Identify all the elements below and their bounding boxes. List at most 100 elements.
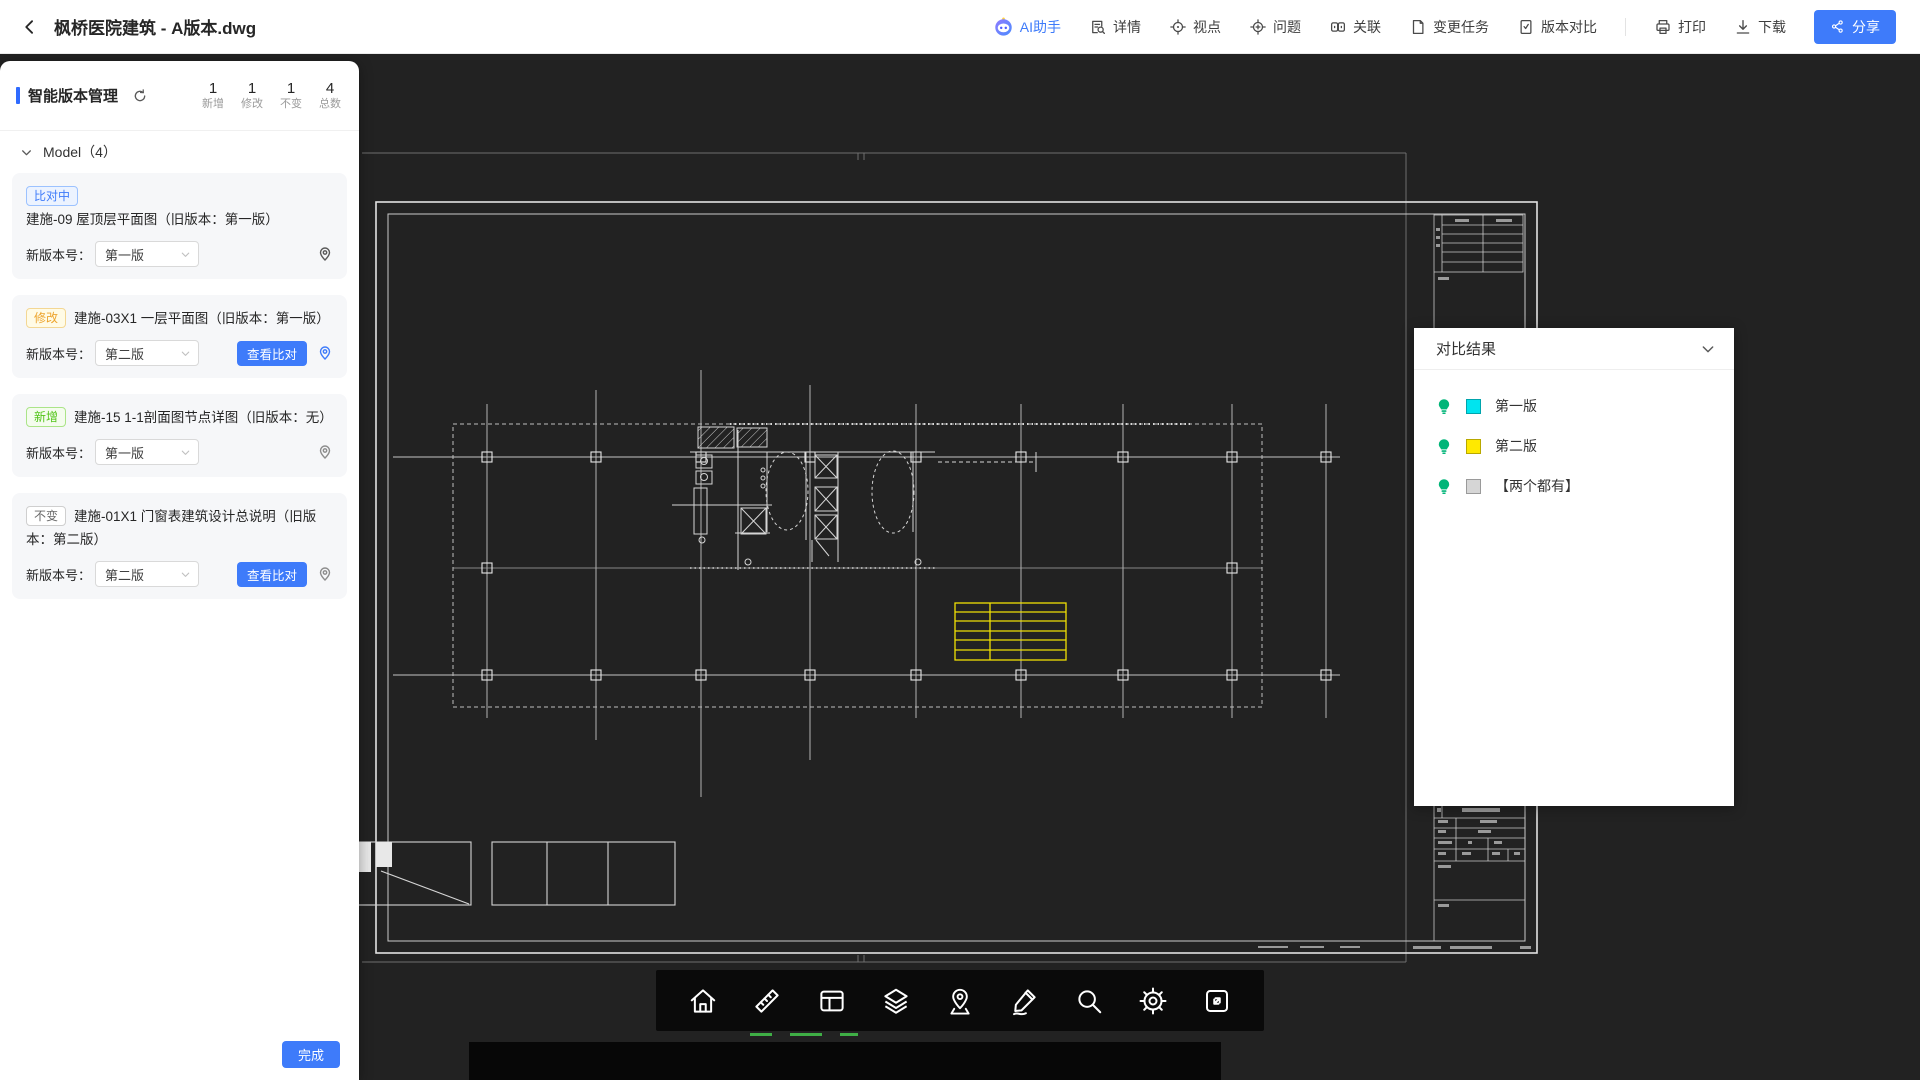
ai-assistant-button[interactable]: AI助手 bbox=[993, 16, 1061, 37]
locate-pin-icon bbox=[317, 566, 333, 582]
locate-button[interactable] bbox=[939, 980, 981, 1022]
version-manager-panel: 智能版本管理 1 新增 1 修改 1 不变 bbox=[0, 61, 359, 1080]
legend-item-version1[interactable]: 第一版 bbox=[1414, 386, 1734, 426]
share-button[interactable]: 分享 bbox=[1814, 10, 1896, 44]
change-task-button[interactable]: 变更任务 bbox=[1409, 17, 1489, 37]
version-select[interactable]: 第二版 bbox=[95, 340, 199, 366]
download-button[interactable]: 下载 bbox=[1734, 17, 1786, 37]
status-badge: 新增 bbox=[26, 407, 66, 427]
link-label: 关联 bbox=[1353, 17, 1381, 37]
legend-item-version2[interactable]: 第二版 bbox=[1414, 426, 1734, 466]
stat-modified: 1 修改 bbox=[239, 80, 265, 112]
view-compare-button[interactable]: 查看比对 bbox=[237, 562, 307, 587]
layout-icon bbox=[817, 986, 847, 1016]
doc-search-icon bbox=[1089, 18, 1107, 36]
drawing-card-list: 比对中建施-09 屋顶层平面图（旧版本：第一版） 新版本号： 第一版 修改建施-… bbox=[0, 173, 359, 599]
locate-pin-button[interactable] bbox=[317, 246, 333, 262]
detail-button[interactable]: 详情 bbox=[1089, 17, 1141, 37]
locate-pin-icon bbox=[317, 444, 333, 460]
viewpoint-button[interactable]: 视点 bbox=[1169, 17, 1221, 37]
compare-result-header: 对比结果 bbox=[1414, 328, 1734, 370]
share-label: 分享 bbox=[1852, 17, 1880, 37]
layers-button[interactable] bbox=[875, 980, 917, 1022]
card-title: 比对中建施-09 屋顶层平面图（旧版本：第一版） bbox=[26, 185, 333, 231]
bottom-panel-strip bbox=[469, 1042, 1221, 1080]
annotate-button[interactable] bbox=[1003, 980, 1045, 1022]
card-title: 不变建施-01X1 门窗表建筑设计总说明（旧版本：第二版） bbox=[26, 505, 333, 551]
compare-result-panel: 对比结果 第一版 第二版 bbox=[1414, 328, 1734, 806]
fullscreen-button[interactable] bbox=[1196, 980, 1238, 1022]
version-select-value: 第一版 bbox=[105, 443, 180, 462]
chevron-down-icon bbox=[180, 447, 191, 458]
back-button[interactable] bbox=[14, 11, 46, 43]
modified-highlight-table bbox=[955, 603, 1066, 660]
version-stats: 1 新增 1 修改 1 不变 4 总数 bbox=[200, 80, 343, 112]
home-button[interactable] bbox=[682, 980, 724, 1022]
print-label: 打印 bbox=[1678, 17, 1706, 37]
collapse-button[interactable] bbox=[1700, 341, 1716, 357]
locate-pin-icon bbox=[317, 246, 333, 262]
stat-modified-value: 1 bbox=[239, 80, 265, 97]
settings-button[interactable] bbox=[1132, 980, 1174, 1022]
color-swatch-both bbox=[1466, 479, 1481, 494]
locate-pin-button[interactable] bbox=[317, 444, 333, 460]
search-button[interactable] bbox=[1068, 980, 1110, 1022]
chevron-down-icon bbox=[180, 569, 191, 580]
version-select[interactable]: 第一版 bbox=[95, 241, 199, 267]
card-title: 修改建施-03X1 一层平面图（旧版本：第一版） bbox=[26, 307, 333, 330]
stat-added: 1 新增 bbox=[200, 80, 226, 112]
bulb-icon bbox=[1436, 478, 1452, 495]
legend-item-both[interactable]: 【两个都有】 bbox=[1414, 466, 1734, 506]
locate-pin-button[interactable] bbox=[317, 345, 333, 361]
version-select[interactable]: 第二版 bbox=[95, 561, 199, 587]
refresh-button[interactable] bbox=[132, 88, 148, 104]
document-title: 枫桥医院建筑 - A版本.dwg bbox=[54, 14, 256, 39]
drawing-card[interactable]: 不变建施-01X1 门窗表建筑设计总说明（旧版本：第二版） 新版本号： 第二版 … bbox=[12, 493, 347, 599]
version-label: 新版本号： bbox=[26, 245, 91, 264]
detail-label: 详情 bbox=[1113, 17, 1141, 37]
stat-unchanged-label: 不变 bbox=[278, 97, 304, 112]
canvas-artifact bbox=[790, 1033, 822, 1036]
measure-button[interactable] bbox=[746, 980, 788, 1022]
legend-label: 第二版 bbox=[1495, 436, 1537, 456]
version-label: 新版本号： bbox=[26, 344, 91, 363]
locate-pin-icon bbox=[317, 345, 333, 361]
view-compare-button[interactable]: 查看比对 bbox=[237, 341, 307, 366]
status-badge: 修改 bbox=[26, 308, 66, 328]
drawing-card[interactable]: 新增建施-15 1-1剖面图节点详图（旧版本：无） 新版本号： 第一版 bbox=[12, 394, 347, 477]
stat-total-value: 4 bbox=[317, 80, 343, 97]
stat-added-label: 新增 bbox=[200, 97, 226, 112]
version-compare-button[interactable]: 版本对比 bbox=[1517, 17, 1597, 37]
stat-total: 4 总数 bbox=[317, 80, 343, 112]
model-section-toggle[interactable]: Model（4） bbox=[0, 131, 359, 173]
done-button[interactable]: 完成 bbox=[282, 1041, 340, 1068]
locate-pin-icon bbox=[945, 986, 975, 1016]
color-swatch-version2 bbox=[1466, 439, 1481, 454]
chevron-down-icon bbox=[20, 146, 33, 159]
stat-added-value: 1 bbox=[200, 80, 226, 97]
viewpoint-label: 视点 bbox=[1193, 17, 1221, 37]
viewpoint-target-icon bbox=[1169, 18, 1187, 36]
drawing-card[interactable]: 比对中建施-09 屋顶层平面图（旧版本：第一版） 新版本号： 第一版 bbox=[12, 173, 347, 279]
link-button[interactable]: 关联 bbox=[1329, 17, 1381, 37]
version-select[interactable]: 第一版 bbox=[95, 439, 199, 465]
sheet-border bbox=[376, 202, 1537, 953]
locate-pin-button[interactable] bbox=[317, 566, 333, 582]
share-icon bbox=[1830, 19, 1845, 34]
card-title: 新增建施-15 1-1剖面图节点详图（旧版本：无） bbox=[26, 406, 333, 429]
version-doc-icon bbox=[1517, 18, 1535, 36]
detail-drawings bbox=[352, 842, 675, 905]
change-doc-icon bbox=[1409, 18, 1427, 36]
issue-target-icon bbox=[1249, 18, 1267, 36]
stat-unchanged: 1 不变 bbox=[278, 80, 304, 112]
layout-button[interactable] bbox=[811, 980, 853, 1022]
print-button[interactable]: 打印 bbox=[1654, 17, 1706, 37]
fullscreen-icon bbox=[1202, 986, 1232, 1016]
measure-ruler-icon bbox=[752, 986, 782, 1016]
drawing-card[interactable]: 修改建施-03X1 一层平面图（旧版本：第一版） 新版本号： 第二版 查看比对 bbox=[12, 295, 347, 378]
topbar-actions: AI助手 详情 视点 问题 bbox=[993, 10, 1896, 44]
canvas-artifact bbox=[750, 1033, 772, 1036]
issue-button[interactable]: 问题 bbox=[1249, 17, 1301, 37]
canvas-artifact bbox=[840, 1033, 858, 1036]
settings-gear-icon bbox=[1138, 986, 1168, 1016]
